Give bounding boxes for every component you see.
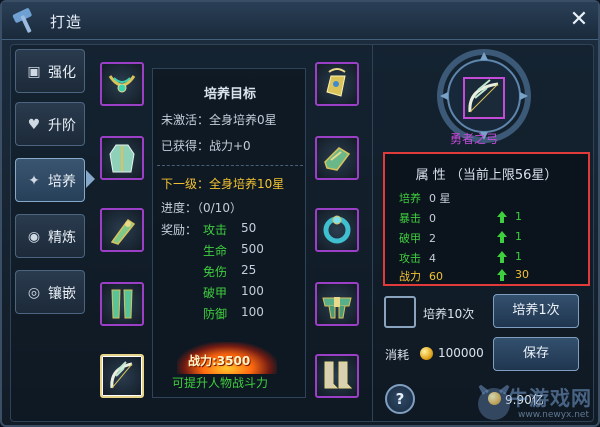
attr-increase: 1 (515, 250, 522, 263)
active-tab-arrow (86, 170, 95, 188)
reward-value: 100 (241, 305, 264, 319)
watermark-text: 牛游戏网 (508, 386, 592, 410)
attr-increase: 1 (515, 210, 522, 223)
reward-value: 50 (241, 221, 257, 235)
attr-row-power: 战力 60 (399, 268, 443, 284)
weapon-name: 勇者之弓 (450, 132, 499, 146)
watermark-url: www.newyx.net (518, 410, 590, 420)
close-button[interactable]: ✕ (566, 8, 592, 34)
necklace-icon (108, 75, 136, 93)
tab-label: 精炼 (48, 230, 76, 246)
ring-slot[interactable] (315, 208, 359, 252)
tab-upgrade[interactable]: ♥ 升阶 (15, 102, 85, 146)
amulet-icon (326, 68, 346, 97)
cost-label: 消耗 (385, 348, 410, 362)
attr-value: 0 (429, 212, 436, 225)
cost-value: 100000 (438, 346, 484, 360)
progress: 进度：（0/10） (161, 201, 242, 215)
forge-window: 打造 ✕ ▣ 强化 ♥ 升阶 ✦ 培养 ◉ 精炼 ◎ 镶嵌 培养目标 未激活：全… (0, 0, 600, 427)
leggings-slot[interactable] (100, 282, 144, 326)
reward-value: 100 (241, 284, 264, 298)
gem-icon: ◉ (27, 229, 41, 245)
bracer-slot[interactable] (100, 208, 144, 252)
tab-label: 强化 (48, 65, 76, 81)
reward-name: 免伤 (203, 265, 228, 279)
attr-increase: 1 (515, 230, 522, 243)
reward-value: 500 (241, 242, 264, 256)
necklace-slot[interactable] (100, 62, 144, 106)
vertical-divider (372, 44, 373, 422)
tab-strengthen[interactable]: ▣ 强化 (15, 49, 85, 93)
window-title: 打造 (50, 13, 83, 31)
attr-value: 0 星 (429, 192, 451, 205)
anvil-icon: ▣ (27, 64, 41, 80)
attr-value: 4 (429, 252, 436, 265)
reward-prefix: 奖励： (161, 223, 198, 237)
power-hint: 可提升人物战斗力 (172, 376, 269, 390)
obtained-status: 已获得：战力+0 (161, 139, 251, 153)
up-arrow-icon (497, 251, 507, 263)
belt-slot[interactable] (315, 282, 359, 326)
attr-row: 暴击 0 (399, 210, 436, 226)
up-arrow-icon (497, 231, 507, 243)
robe-slot[interactable] (100, 136, 144, 180)
up-arrow-icon (497, 269, 507, 281)
train-once-button[interactable]: 培养1次 (493, 294, 579, 328)
robe-icon (109, 144, 135, 173)
bow-icon (110, 361, 133, 389)
gauntlet-icon (324, 147, 351, 171)
inactive-status: 未激活：全身培养0星 (161, 113, 277, 127)
up-arrow-icon (497, 211, 507, 223)
reward-value: 25 (241, 263, 257, 277)
leggings-icon (111, 289, 133, 319)
attr-row: 培养 0 星 (399, 190, 451, 206)
attributes-title: 属 性 （当前上限56星） (415, 168, 558, 183)
help-button[interactable]: ? (385, 384, 415, 414)
sparkle-icon: ✦ (28, 173, 40, 189)
attr-value: 2 (429, 232, 436, 245)
tab-label: 升阶 (48, 118, 76, 134)
boots-icon (324, 361, 353, 389)
attr-label: 培养 (399, 192, 421, 205)
power-label: 战力:3500 (188, 354, 251, 368)
attr-label: 攻击 (399, 252, 421, 265)
attr-label: 战力 (399, 270, 421, 283)
reward-name: 防御 (203, 307, 228, 321)
bow-slot[interactable] (100, 354, 144, 398)
divider (157, 165, 303, 166)
boots-slot[interactable] (315, 354, 359, 398)
attributes-panel: 属 性 （当前上限56星） 培养 0 星 暴击 0 1 破甲 2 1 攻击 4 1 战力… (383, 152, 590, 286)
attr-label: 破甲 (399, 232, 421, 245)
save-button[interactable]: 保存 (493, 337, 579, 371)
belt-icon (322, 297, 352, 319)
reward-name: 破甲 (203, 286, 228, 300)
amulet-slot[interactable] (315, 62, 359, 106)
tab-inlay[interactable]: ◎ 镶嵌 (15, 270, 85, 314)
heart-icon: ♥ (27, 117, 41, 133)
reward-name: 攻击 (203, 223, 228, 237)
reward-name: 生命 (203, 244, 228, 258)
training-goal-title: 培养目标 (203, 87, 256, 102)
attr-row: 攻击 4 (399, 250, 436, 266)
bracer-icon (110, 218, 136, 245)
attr-value: 60 (429, 270, 443, 283)
hammer-icon (12, 8, 32, 33)
attr-label: 暴击 (399, 212, 421, 225)
eye-icon: ◎ (27, 285, 41, 301)
tab-refine[interactable]: ◉ 精炼 (15, 214, 85, 258)
attr-row: 破甲 2 (399, 230, 436, 246)
tab-label: 培养 (48, 174, 76, 190)
next-level: 下一级：全身培养10星 (161, 177, 285, 191)
tab-label: 镶嵌 (48, 286, 76, 302)
gauntlet-slot[interactable] (315, 136, 359, 180)
train-ten-checkbox[interactable] (384, 296, 416, 328)
attr-increase: 30 (515, 268, 529, 281)
title-bar: 打造 ✕ (2, 2, 598, 40)
tab-train[interactable]: ✦ 培养 (15, 158, 85, 202)
ring-icon (323, 215, 351, 244)
gold-coin-icon (420, 347, 433, 360)
train-ten-label: 培养10次 (423, 307, 475, 321)
